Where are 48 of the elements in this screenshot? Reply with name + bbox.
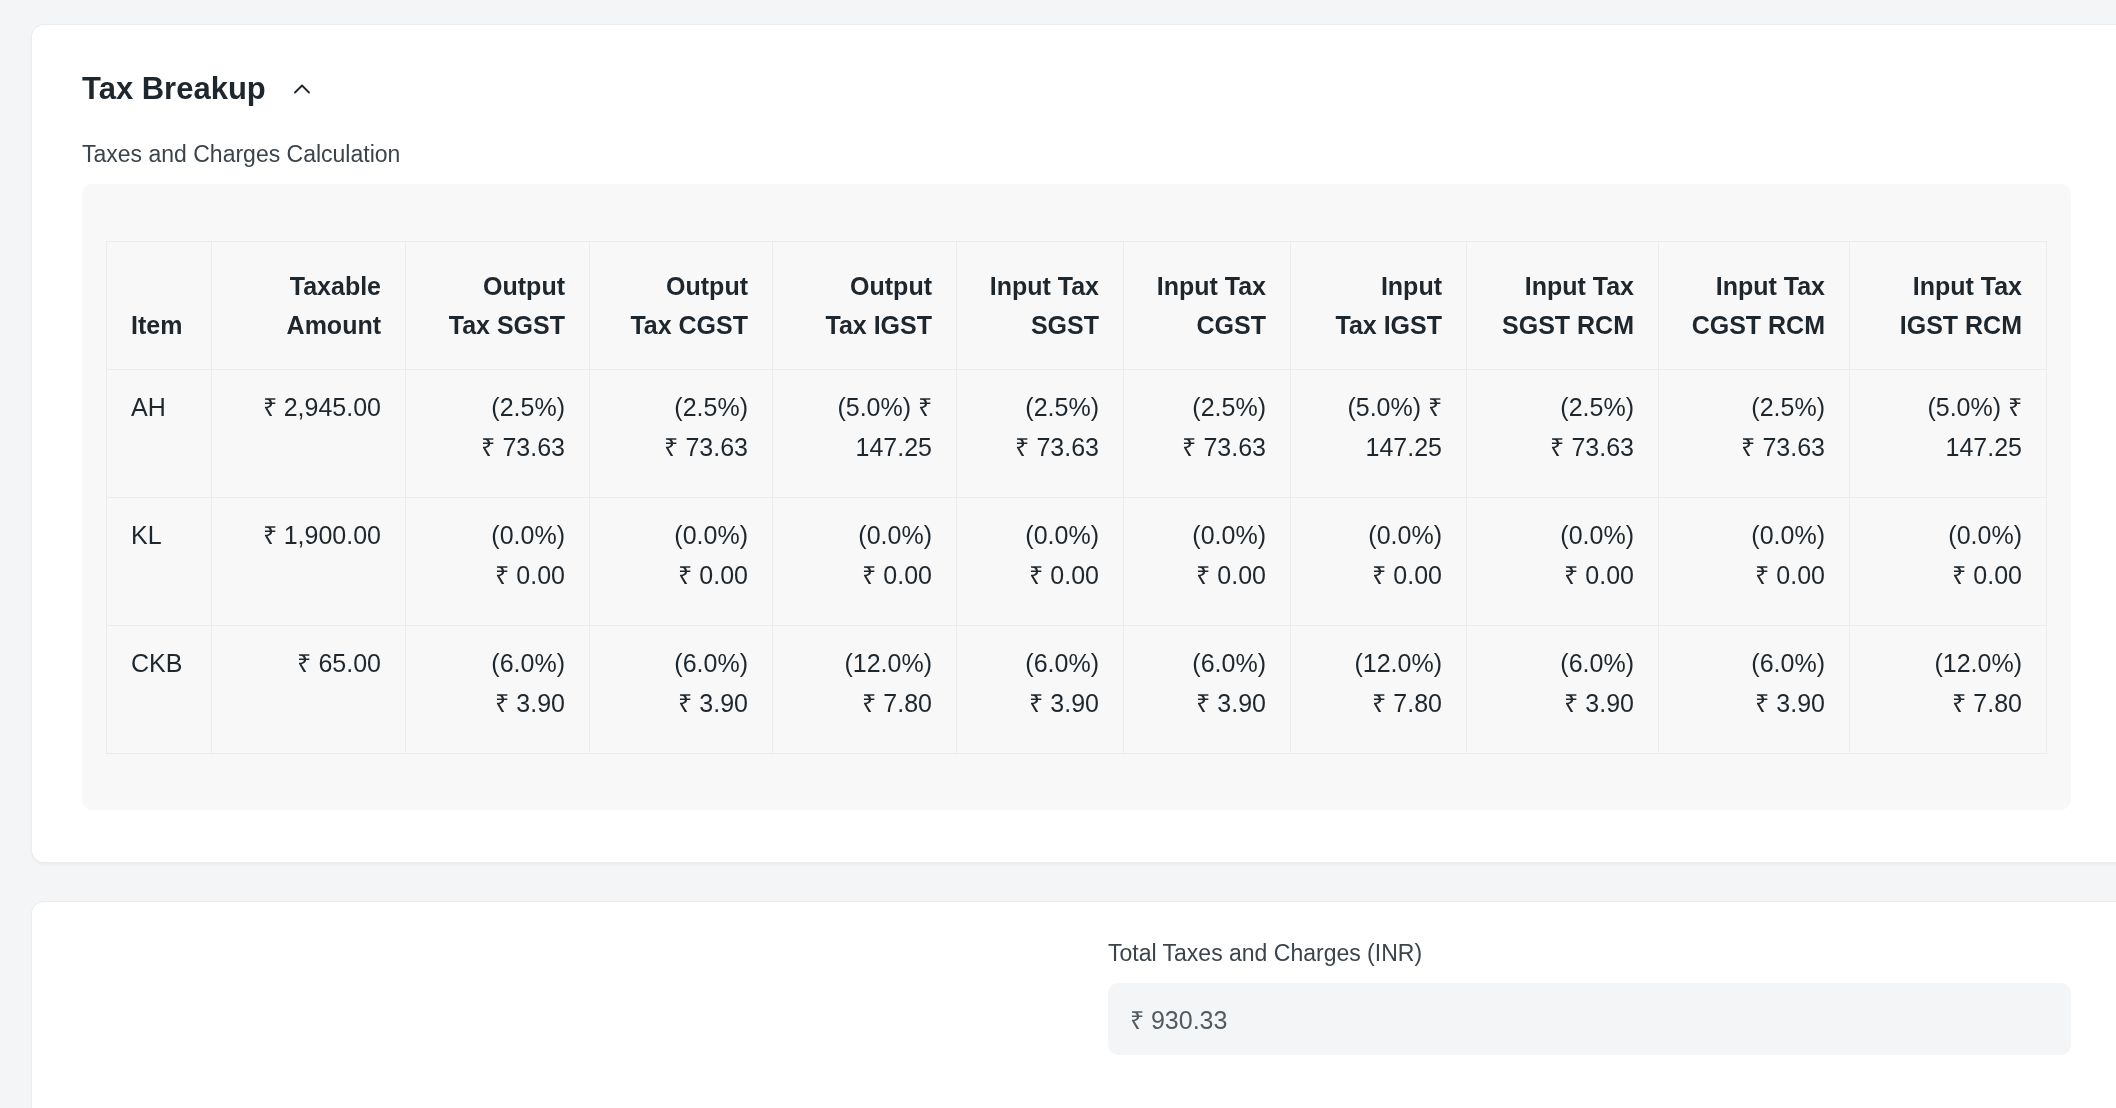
column-header: Output Tax CGST <box>589 241 773 370</box>
table-cell: AH <box>106 369 212 498</box>
field-label: Total Taxes and Charges (INR) <box>1108 940 1424 967</box>
column-header: Output Tax SGST <box>405 241 590 370</box>
table-cell: (2.5%) ₹ 73.63 <box>1123 369 1291 498</box>
table-cell: CKB <box>106 625 212 754</box>
table-cell: (0.0%) ₹ 0.00 <box>1123 497 1291 626</box>
column-header: Input Tax SGST RCM <box>1466 241 1659 370</box>
table-cell: (5.0%) ₹ 147.25 <box>772 369 957 498</box>
section-title: Tax Breakup <box>82 71 266 107</box>
table-cell: (2.5%) ₹ 73.63 <box>405 369 590 498</box>
table-cell: (0.0%) ₹ 0.00 <box>1849 497 2047 626</box>
column-header: Item <box>106 241 212 370</box>
table-cell: (0.0%) ₹ 0.00 <box>1466 497 1659 626</box>
table-caption: Taxes and Charges Calculation <box>82 141 402 168</box>
table-cell: (2.5%) ₹ 73.63 <box>589 369 773 498</box>
table-cell: (2.5%) ₹ 73.63 <box>956 369 1124 498</box>
table-cell: (5.0%) ₹ 147.25 <box>1849 369 2047 498</box>
table-cell: (6.0%) ₹ 3.90 <box>405 625 590 754</box>
table-cell: (6.0%) ₹ 3.90 <box>1123 625 1291 754</box>
column-header: Input Tax IGST <box>1290 241 1467 370</box>
column-header: Input Tax SGST <box>956 241 1124 370</box>
table-cell: (0.0%) ₹ 0.00 <box>405 497 590 626</box>
column-header: Output Tax IGST <box>772 241 957 370</box>
table-cell: (6.0%) ₹ 3.90 <box>589 625 773 754</box>
table-cell: (6.0%) ₹ 3.90 <box>956 625 1124 754</box>
table-cell: (0.0%) ₹ 0.00 <box>772 497 957 626</box>
total-field[interactable]: ₹ 930.33 <box>1108 983 2071 1055</box>
table-cell: ₹ 1,900.00 <box>211 497 406 626</box>
table-cell: (12.0%) ₹ 7.80 <box>1849 625 2047 754</box>
table-cell: (2.5%) ₹ 73.63 <box>1466 369 1659 498</box>
column-header: Taxable Amount <box>211 241 406 370</box>
column-header: Input Tax CGST <box>1123 241 1291 370</box>
table-cell: (2.5%) ₹ 73.63 <box>1658 369 1850 498</box>
column-header: Input Tax IGST RCM <box>1849 241 2047 370</box>
table-cell: (12.0%) ₹ 7.80 <box>1290 625 1467 754</box>
table-cell: (0.0%) ₹ 0.00 <box>589 497 773 626</box>
table-cell: ₹ 2,945.00 <box>211 369 406 498</box>
table-cell: ₹ 65.00 <box>211 625 406 754</box>
table-cell: (12.0%) ₹ 7.80 <box>772 625 957 754</box>
table-cell: KL <box>106 497 212 626</box>
table-cell: (0.0%) ₹ 0.00 <box>1290 497 1467 626</box>
table-cell: (5.0%) ₹ 147.25 <box>1290 369 1467 498</box>
table-cell: (0.0%) ₹ 0.00 <box>956 497 1124 626</box>
table-cell: (6.0%) ₹ 3.90 <box>1466 625 1659 754</box>
column-header: Input Tax CGST RCM <box>1658 241 1850 370</box>
table-cell: (0.0%) ₹ 0.00 <box>1658 497 1850 626</box>
table-cell: (6.0%) ₹ 3.90 <box>1658 625 1850 754</box>
